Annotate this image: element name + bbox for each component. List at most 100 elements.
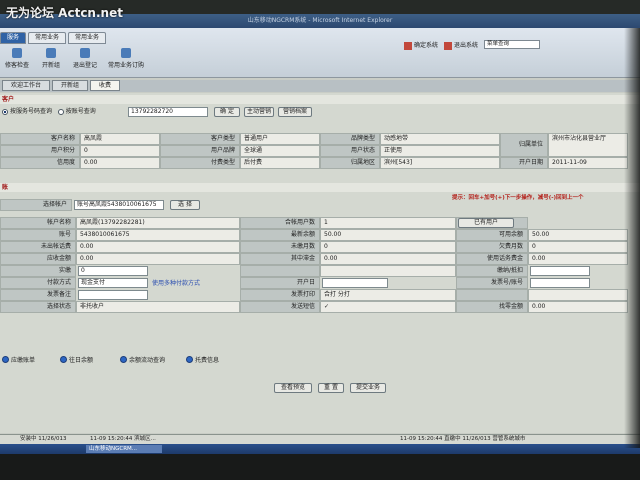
field-label: 品牌类型	[320, 133, 380, 145]
field-value: 0.00	[76, 253, 240, 265]
paid-amount-input[interactable]: 0	[78, 266, 148, 276]
account-select-label: 选择帐户	[0, 199, 72, 211]
radio-label: 按服务号码查询	[10, 108, 53, 115]
field-label: 账号	[0, 229, 76, 241]
field-label: 可用余额	[456, 229, 528, 241]
status-right: 11-09 15:20:44 直缴中 11/26/013 营管系统城市	[400, 436, 526, 442]
toolbar-button-new-group[interactable]: 开新组	[36, 48, 66, 69]
invoice-note-input[interactable]	[78, 290, 148, 300]
field-value	[528, 289, 628, 301]
invoice-number-input[interactable]	[530, 278, 590, 288]
field-label: 使用话务费金	[456, 253, 528, 265]
radio-dot	[2, 356, 9, 363]
option-balance-flow[interactable]: 余额流动查询	[120, 355, 165, 364]
confirm-button[interactable]: 确 定	[214, 107, 240, 117]
phone-number-input[interactable]: 13792282720	[128, 107, 208, 117]
option-past-balance[interactable]: 往日余额	[60, 355, 93, 364]
open-date-input[interactable]	[322, 278, 388, 288]
field-label: 用户品牌	[160, 145, 240, 157]
invoice-print-options[interactable]: 合打 分打	[320, 289, 456, 301]
send-sms-checkbox[interactable]: ✓	[320, 301, 456, 313]
section-customer-title: 客户	[0, 95, 640, 104]
field-label: 客户名称	[0, 133, 80, 145]
screen: 无为论坛 Actcn.net 山东移动NGCRM系统 - Microsoft I…	[0, 0, 640, 480]
toolbar-button-label: 修客检查	[4, 62, 29, 69]
menu-tab-common-2[interactable]: 常用业务	[68, 32, 107, 44]
exit-system-link[interactable]: 退出系统	[444, 40, 478, 50]
existing-user-button[interactable]: 已有用户	[458, 218, 514, 228]
field-value: 全球通	[240, 145, 320, 157]
active-marketing-button[interactable]: 主动营销	[244, 107, 274, 117]
field-value: 滨州市沾化县营业厅	[548, 133, 628, 157]
page-tabs: 欢迎工作台 开新组 收费	[0, 80, 640, 92]
keyboard-hint: 提示：回车+加号(+)下一步操作，减号(-)回到上一个	[452, 195, 584, 201]
radio-label: 按账号查询	[65, 108, 96, 115]
field-value: 50.00	[528, 229, 628, 241]
radio-by-account[interactable]: 按账号查询	[57, 108, 96, 115]
toolbar-button-exit[interactable]: 退出登记	[70, 48, 100, 69]
radio-dot	[2, 108, 8, 115]
radio-dot	[186, 356, 193, 363]
option-label: 应缴账单	[11, 357, 36, 364]
radio-by-number[interactable]: 按服务号码查询	[2, 108, 52, 115]
toolbar-button-check[interactable]: 修客检查	[2, 48, 32, 69]
monitor-shadow-right	[624, 28, 640, 448]
preview-button[interactable]: 查看预览	[274, 383, 312, 393]
status-bar: 安装中 11/26/013 11-09 15:20:44 滨城区... 11-0…	[0, 434, 640, 444]
taskbar: 山东移动NGCRM...	[0, 444, 640, 454]
payment-method-select[interactable]: 现金支付	[78, 278, 148, 288]
field-label: 客户类型	[160, 133, 240, 145]
system-icon	[404, 41, 412, 50]
field-label: 用户状态	[320, 145, 380, 157]
receive-input[interactable]	[530, 266, 590, 276]
field-label: 选择状态	[0, 301, 76, 313]
toolbar-button-order[interactable]: 常用业务订购	[104, 48, 148, 69]
field-label: 发票备注	[0, 289, 76, 301]
toolbar-button-label: 退出登记	[72, 62, 97, 69]
toolbar: 服务 常用业务 常用业务 修客检查 开新组 退出登记 常用业务订购 确定系统 退…	[0, 28, 640, 78]
field-label: 发送短信	[240, 301, 320, 313]
field-label: 未缴月数	[240, 241, 320, 253]
taskbar-window-item[interactable]: 山东移动NGCRM...	[86, 445, 162, 453]
marketing-archive-button[interactable]: 营销档案	[278, 107, 312, 117]
select-account-button[interactable]: 选 择	[170, 200, 200, 210]
field-value: 普通用户	[240, 133, 320, 145]
field-value: 非托收户	[76, 301, 240, 313]
menu-tabs: 服务 常用业务 常用业务	[0, 32, 107, 44]
page-tab-payment[interactable]: 收费	[90, 80, 121, 91]
field-value: 5438010061675	[76, 229, 240, 241]
field-value	[320, 265, 456, 277]
field-value: 0.00	[528, 253, 628, 265]
reset-button[interactable]: 重 置	[318, 383, 344, 393]
multi-payment-link[interactable]: 使用多种付款方式	[152, 278, 200, 287]
confirm-system-link[interactable]: 确定系统	[404, 40, 438, 50]
confirm-system-label: 确定系统	[414, 42, 439, 49]
menu-query-select[interactable]: 菜单查询	[484, 40, 541, 50]
field-label: 付费类型	[160, 157, 240, 169]
field-label: 未出帐话费	[0, 241, 76, 253]
field-label: 信用度	[0, 157, 80, 169]
field-label: 欠费月数	[456, 241, 528, 253]
account-select[interactable]: 账号高凤霞5438010061675	[74, 200, 164, 210]
option-label: 托费信息	[195, 357, 220, 364]
option-fee-info[interactable]: 托费信息	[186, 355, 219, 364]
submit-button[interactable]: 提交业务	[350, 383, 386, 393]
field-label: 应收金额	[0, 253, 76, 265]
page-tab-new-group[interactable]: 开新组	[52, 80, 89, 91]
field-value: 50.00	[320, 229, 456, 241]
group-icon	[46, 48, 56, 58]
toolbar-right: 确定系统 退出系统 菜单查询	[404, 40, 541, 50]
field-value: 0.00	[76, 241, 240, 253]
field-label: 开户日期	[500, 157, 548, 169]
field-label: 付款方式	[0, 277, 76, 289]
menu-tab-common[interactable]: 常用业务	[28, 32, 67, 44]
field-label: 归属地区	[320, 157, 380, 169]
logout-icon	[444, 41, 453, 50]
page-tab-welcome[interactable]: 欢迎工作台	[2, 80, 51, 91]
field-value: 0	[80, 145, 160, 157]
option-due-bill[interactable]: 应缴账单	[2, 355, 35, 364]
menu-tab-service[interactable]: 服务	[0, 32, 27, 44]
field-value: 0.00	[320, 253, 456, 265]
exit-icon	[80, 48, 90, 58]
field-value: 滨州[543]	[380, 157, 500, 169]
